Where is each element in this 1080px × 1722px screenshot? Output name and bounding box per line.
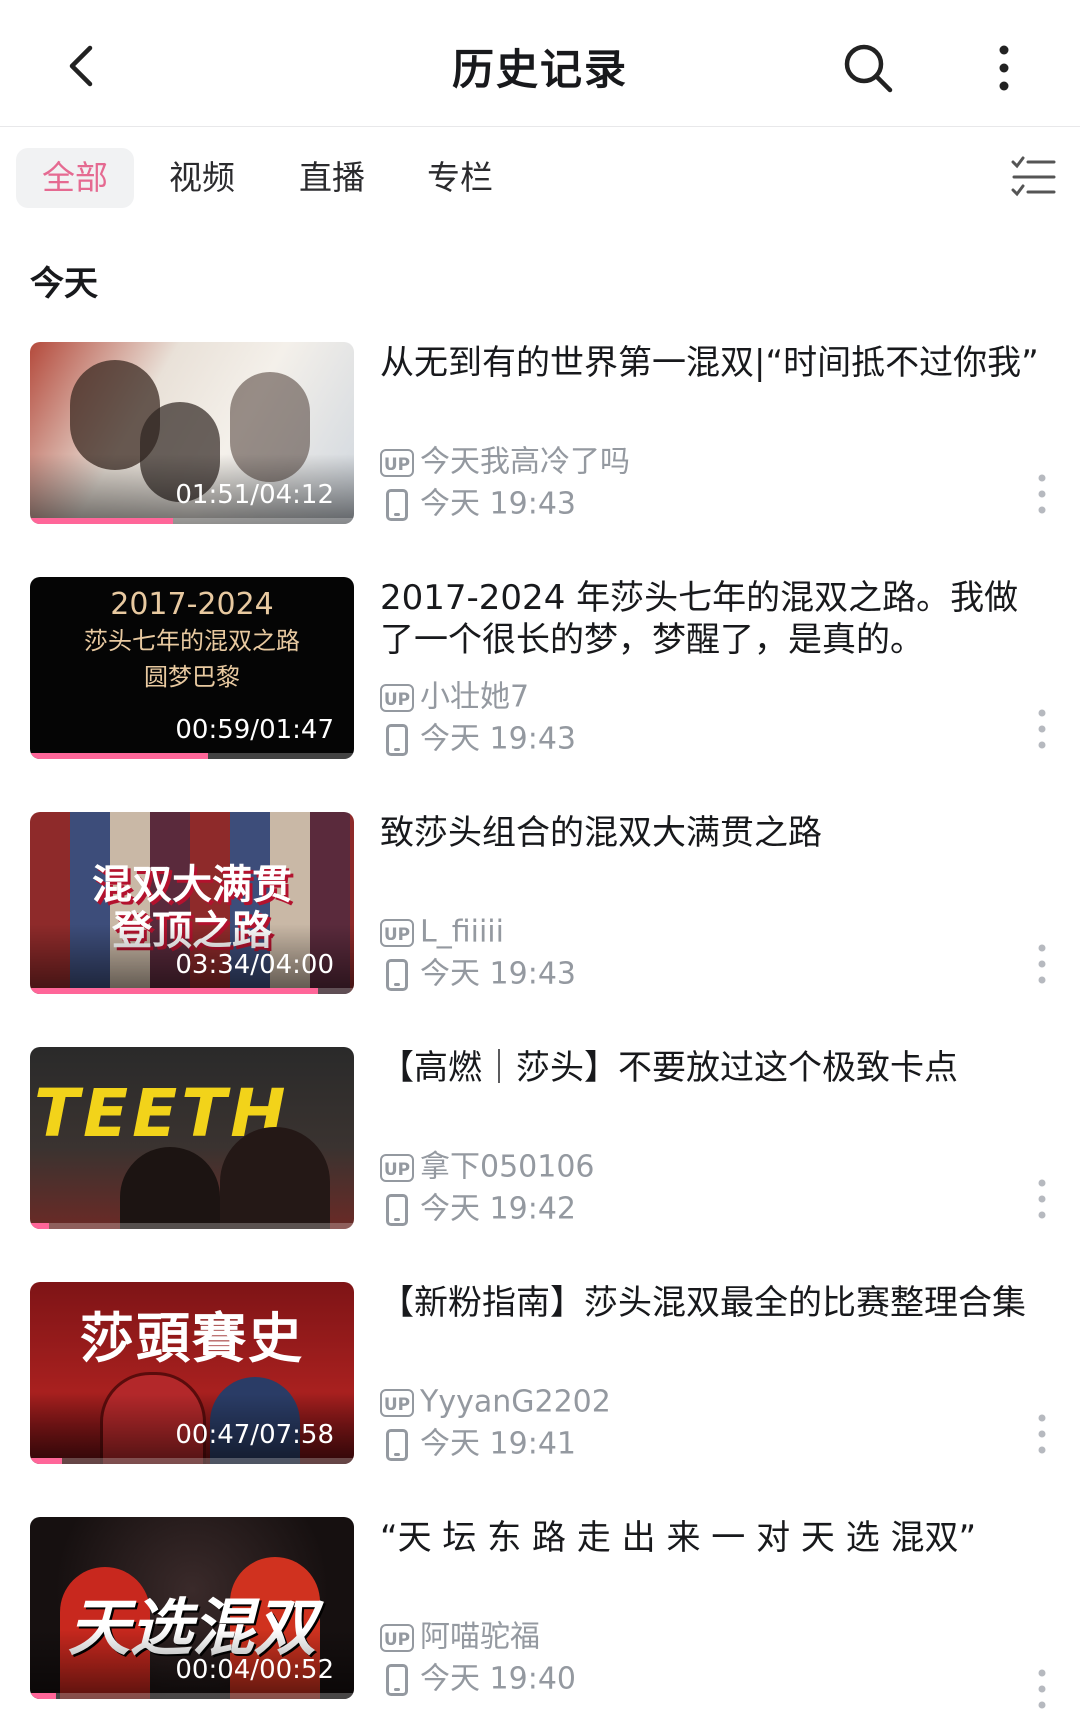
history-item[interactable]: TEETH 【高燃｜莎头】不要放过这个极致卡点 UP 拿下050106 今天 19… — [0, 1047, 1080, 1247]
thumbnail-line: 莎头七年的混双之路 — [84, 627, 300, 655]
uploader-name: 拿下050106 — [420, 1149, 595, 1185]
watch-time: 今天 19:41 — [420, 1426, 576, 1462]
uploader-row[interactable]: UP L_fiiiii — [380, 912, 504, 952]
phone-icon — [386, 723, 408, 756]
video-thumbnail[interactable]: 莎頭賽史 00:47/07:58 — [30, 1282, 354, 1464]
phone-icon — [386, 958, 408, 991]
watch-time-row: 今天 19:42 — [380, 1189, 576, 1229]
video-thumbnail[interactable]: 2017-2024 莎头七年的混双之路 圆梦巴黎 00:59/01:47 — [30, 577, 354, 759]
video-thumbnail[interactable]: 01:51/04:12 — [30, 342, 354, 524]
uploader-row[interactable]: UP 小壮她7 — [380, 677, 529, 717]
thumbnail-line: 混双大满贯 — [92, 862, 292, 908]
top-bar: 历史记录 — [0, 0, 1080, 127]
tab-column[interactable]: 专栏 — [408, 148, 512, 208]
video-title[interactable]: 2017-2024 年莎头七年的混双之路。我做了一个很长的梦，梦醒了，是真的。 — [380, 577, 1040, 661]
video-thumbnail[interactable]: 混双大满贯 登顶之路 03:34/04:00 — [30, 812, 354, 994]
phone-icon — [386, 488, 408, 521]
progress-bar — [30, 753, 209, 759]
history-item[interactable]: 莎頭賽史 00:47/07:58 【新粉指南】莎头混双最全的比赛整理合集 UP Y… — [0, 1282, 1080, 1482]
progress-bar — [30, 518, 173, 524]
phone-icon — [386, 1428, 408, 1461]
watch-time: 今天 19:42 — [420, 1191, 576, 1227]
watch-time-row: 今天 19:43 — [380, 484, 576, 524]
duration-label: 00:47/07:58 — [175, 1420, 334, 1450]
uploader-name: 小壮她7 — [420, 679, 530, 715]
progress-track — [30, 1458, 354, 1464]
uploader-icon: UP — [380, 1153, 414, 1182]
back-arrow-icon[interactable] — [52, 34, 116, 98]
uploader-icon: UP — [380, 1388, 414, 1417]
watch-time-row: 今天 19:40 — [380, 1659, 576, 1699]
video-title[interactable]: 致莎头组合的混双大满贯之路 — [380, 812, 1040, 854]
duration-label: 01:51/04:12 — [175, 480, 334, 510]
watch-time-row: 今天 19:43 — [380, 954, 576, 994]
progress-track — [30, 1223, 354, 1229]
history-item[interactable]: 2017-2024 莎头七年的混双之路 圆梦巴黎 00:59/01:47 201… — [0, 577, 1080, 777]
uploader-icon: UP — [380, 918, 414, 947]
video-title[interactable]: 【新粉指南】莎头混双最全的比赛整理合集 — [380, 1282, 1040, 1324]
progress-bar — [30, 1223, 50, 1229]
video-title[interactable]: 【高燃｜莎头】不要放过这个极致卡点 — [380, 1047, 1040, 1089]
filter-tabs: 全部 视频 直播 专栏 — [0, 140, 1080, 220]
uploader-icon: UP — [380, 448, 414, 477]
duration-label: 00:59/01:47 — [175, 715, 334, 745]
section-title-today: 今天 — [30, 264, 98, 304]
progress-bar — [30, 1458, 63, 1464]
progress-bar — [30, 988, 319, 994]
uploader-icon: UP — [380, 1623, 414, 1652]
tab-video[interactable]: 视频 — [150, 148, 254, 208]
watch-time: 今天 19:43 — [420, 721, 576, 757]
video-thumbnail[interactable]: TEETH — [30, 1047, 354, 1229]
more-vertical-icon[interactable] — [980, 38, 1028, 98]
page-title: 历史记录 — [451, 45, 628, 94]
more-options-icon[interactable] — [1030, 1667, 1054, 1711]
thumbnail-caption: 2017-2024 莎头七年的混双之路 圆梦巴黎 — [30, 587, 354, 695]
video-title[interactable]: 从无到有的世界第一混双|“时间抵不过你我” — [380, 342, 1040, 384]
uploader-icon: UP — [380, 683, 414, 712]
video-title[interactable]: “天 坛 东 路 走 出 来 一 对 天 选 混双” — [380, 1517, 1040, 1559]
uploader-name: YyyanG2202 — [420, 1384, 611, 1420]
more-options-icon[interactable] — [1030, 942, 1054, 986]
uploader-name: 阿喵驼福 — [420, 1619, 540, 1655]
tab-all[interactable]: 全部 — [16, 148, 134, 208]
watch-time-row: 今天 19:41 — [380, 1424, 576, 1464]
uploader-name: 今天我高冷了吗 — [420, 444, 630, 480]
duration-label: 00:04/00:52 — [175, 1655, 334, 1685]
list-filter-icon[interactable] — [1010, 154, 1056, 200]
watch-time: 今天 19:40 — [420, 1661, 576, 1697]
duration-label: 03:34/04:00 — [175, 950, 334, 980]
progress-track — [30, 1693, 354, 1699]
watch-time-row: 今天 19:43 — [380, 719, 576, 759]
uploader-row[interactable]: UP 今天我高冷了吗 — [380, 442, 630, 482]
more-options-icon[interactable] — [1030, 707, 1054, 751]
phone-icon — [386, 1193, 408, 1226]
uploader-name: L_fiiiii — [420, 914, 504, 950]
phone-icon — [386, 1663, 408, 1696]
thumbnail-caption: 莎頭賽史 — [80, 1306, 304, 1370]
uploader-row[interactable]: UP 阿喵驼福 — [380, 1617, 540, 1657]
thumbnail-line: 圆梦巴黎 — [144, 663, 240, 691]
tab-live[interactable]: 直播 — [280, 148, 384, 208]
more-options-icon[interactable] — [1030, 1412, 1054, 1456]
history-item[interactable]: 天选混双 00:04/00:52 “天 坛 东 路 走 出 来 一 对 天 选 … — [0, 1517, 1080, 1717]
watch-time: 今天 19:43 — [420, 486, 576, 522]
thumbnail-line: 2017-2024 — [110, 587, 274, 622]
search-icon[interactable] — [838, 38, 898, 98]
more-options-icon[interactable] — [1030, 472, 1054, 516]
uploader-row[interactable]: UP YyyanG2202 — [380, 1382, 611, 1422]
history-item[interactable]: 01:51/04:12 从无到有的世界第一混双|“时间抵不过你我” UP 今天我高… — [0, 342, 1080, 542]
uploader-row[interactable]: UP 拿下050106 — [380, 1147, 595, 1187]
watch-time: 今天 19:43 — [420, 956, 576, 992]
history-item[interactable]: 混双大满贯 登顶之路 03:34/04:00 致莎头组合的混双大满贯之路 UPL… — [0, 812, 1080, 1012]
progress-bar — [30, 1693, 56, 1699]
video-thumbnail[interactable]: 天选混双 00:04/00:52 — [30, 1517, 354, 1699]
more-options-icon[interactable] — [1030, 1177, 1054, 1221]
